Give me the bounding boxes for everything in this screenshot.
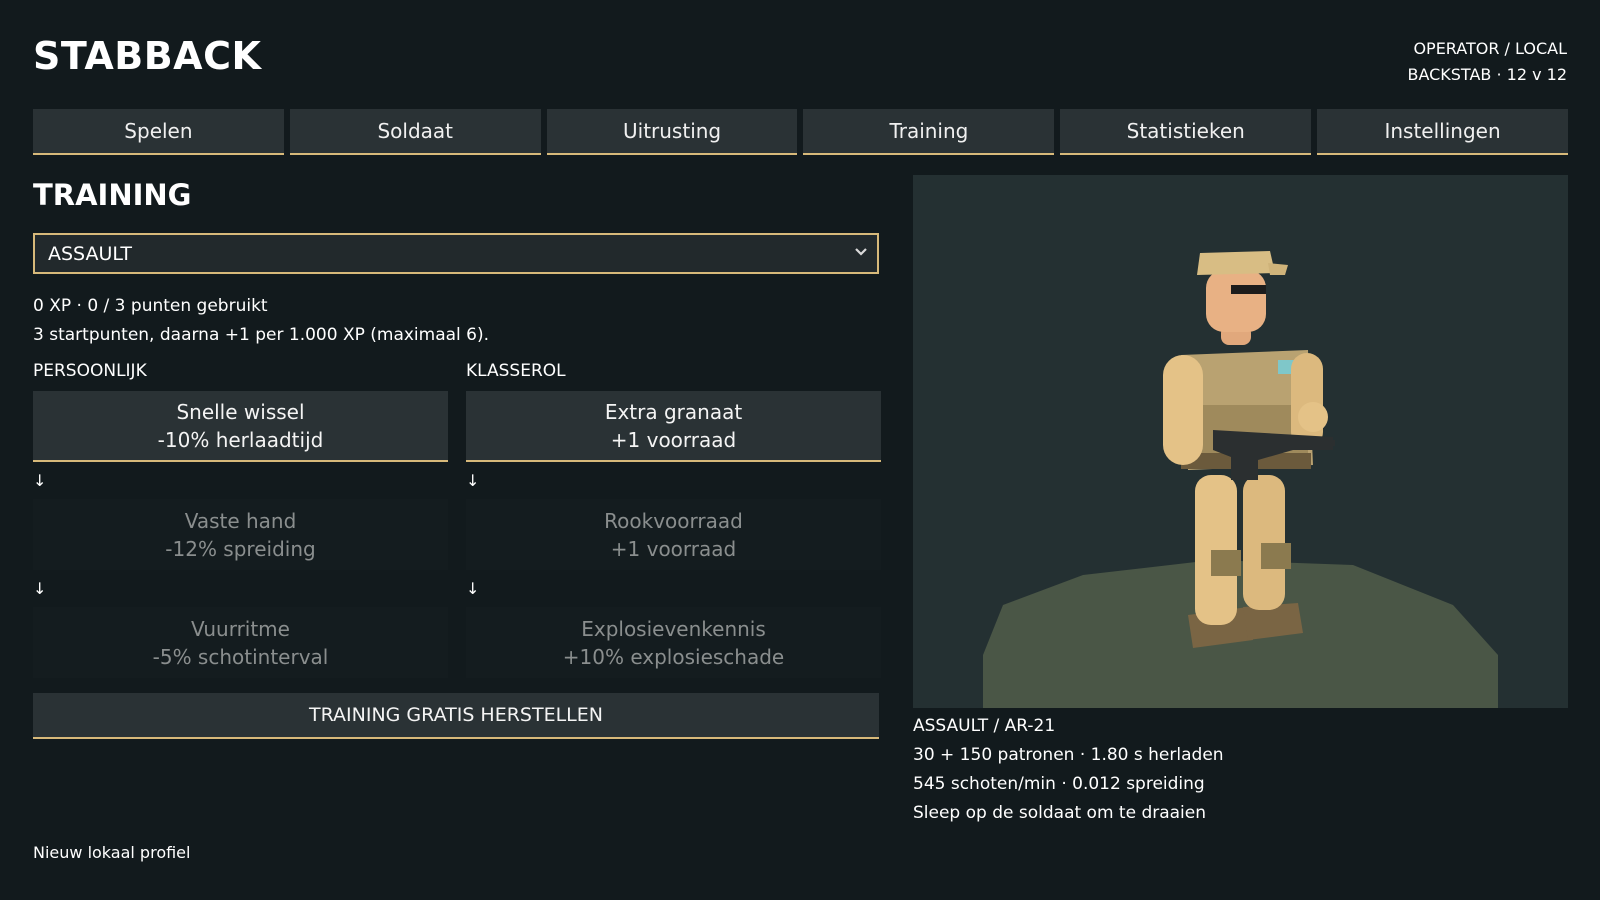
fire-stats: 545 schoten/min · 0.012 spreiding xyxy=(913,774,1205,794)
perk-explosievenkennis: Explosievenkennis +10% explosieschade xyxy=(466,607,881,678)
profile-name: Nieuw lokaal profiel xyxy=(33,843,191,862)
soldier-cap-brim xyxy=(1268,263,1288,275)
perk-name: Vuurritme xyxy=(191,616,290,641)
chevron-down-icon xyxy=(855,248,867,256)
loadout-stats: ASSAULT / AR-21 30 + 150 patronen · 1.80… xyxy=(913,712,1224,828)
tab-soldaat[interactable]: Soldaat xyxy=(289,109,541,155)
soldier-preview[interactable] xyxy=(913,175,1568,708)
soldier-kneepad xyxy=(1261,543,1291,569)
perk-name: Vaste hand xyxy=(184,508,297,533)
perk-extra-granaat[interactable]: Extra granaat +1 voorraad xyxy=(466,391,881,462)
soldier-kneepad xyxy=(1211,550,1241,576)
main-nav: Spelen Soldaat Uitrusting Training Stati… xyxy=(33,109,1568,155)
soldier-rifle-barrel xyxy=(1293,440,1335,446)
perk-rookvoorraad: Rookvoorraad +1 voorraad xyxy=(466,499,881,570)
perk-name: Extra granaat xyxy=(604,399,743,424)
soldier-head xyxy=(1206,270,1266,332)
perk-effect: -12% spreiding xyxy=(165,536,316,561)
perk-effect: +10% explosieschade xyxy=(562,644,785,669)
tab-training[interactable]: Training xyxy=(803,109,1055,155)
perk-vaste-hand: Vaste hand -12% spreiding xyxy=(33,499,448,570)
arrow-down-icon: ↓ xyxy=(466,579,480,598)
ammo-stats: 30 + 150 patronen · 1.80 s herladen xyxy=(913,745,1224,765)
loadout-name: ASSAULT / AR-21 xyxy=(913,716,1056,736)
match-mode: BACKSTAB · 12 v 12 xyxy=(1407,65,1567,84)
column-label-class-role: KLASSEROL xyxy=(466,361,566,381)
arrow-down-icon: ↓ xyxy=(466,471,480,490)
column-label-personal: PERSOONLIJK xyxy=(33,361,147,381)
rotate-hint: Sleep op de soldaat om te draaien xyxy=(913,803,1207,823)
perk-vuurritme: Vuurritme -5% schotinterval xyxy=(33,607,448,678)
perk-name: Snelle wissel xyxy=(176,399,305,424)
soldier-cap xyxy=(1197,251,1275,275)
soldier-leg xyxy=(1243,475,1285,610)
perk-effect: -10% herlaadtijd xyxy=(157,427,324,452)
game-title: STABBACK xyxy=(33,34,262,78)
xp-info: 0 XP · 0 / 3 punten gebruikt 3 startpunt… xyxy=(33,292,489,350)
perk-name: Rookvoorraad xyxy=(604,508,743,533)
tab-uitrusting[interactable]: Uitrusting xyxy=(546,109,798,155)
reset-training-button[interactable]: TRAINING GRATIS HERSTELLEN xyxy=(33,693,879,739)
arrow-down-icon: ↓ xyxy=(33,471,47,490)
tab-instellingen[interactable]: Instellingen xyxy=(1317,109,1568,155)
soldier-hand xyxy=(1298,402,1328,432)
soldier-render xyxy=(983,251,1498,708)
tab-spelen[interactable]: Spelen xyxy=(33,109,284,155)
perk-effect: +1 voorraad xyxy=(610,536,737,561)
perk-name: Explosievenkennis xyxy=(581,616,766,641)
tab-statistieken[interactable]: Statistieken xyxy=(1060,109,1312,155)
points-rule: 3 startpunten, daarna +1 per 1.000 XP (m… xyxy=(33,325,490,345)
perk-effect: -5% schotinterval xyxy=(152,644,329,669)
perk-snelle-wissel[interactable]: Snelle wissel -10% herlaadtijd xyxy=(33,391,448,462)
soldier-sunglasses xyxy=(1231,285,1266,294)
perk-effect: +1 voorraad xyxy=(610,427,737,452)
class-select[interactable]: ASSAULT xyxy=(33,233,879,274)
soldier-rifle xyxy=(1213,430,1333,480)
class-select-value: ASSAULT xyxy=(48,242,132,265)
xp-points-used: 0 XP · 0 / 3 punten gebruikt xyxy=(33,296,268,316)
soldier-arm xyxy=(1291,353,1323,448)
operator-info: OPERATOR / LOCAL BACKSTAB · 12 v 12 xyxy=(1407,36,1567,88)
arrow-down-icon: ↓ xyxy=(33,579,47,598)
page-title: TRAINING xyxy=(33,178,192,212)
soldier-arm xyxy=(1163,355,1203,465)
operator-mode: OPERATOR / LOCAL xyxy=(1413,39,1567,58)
